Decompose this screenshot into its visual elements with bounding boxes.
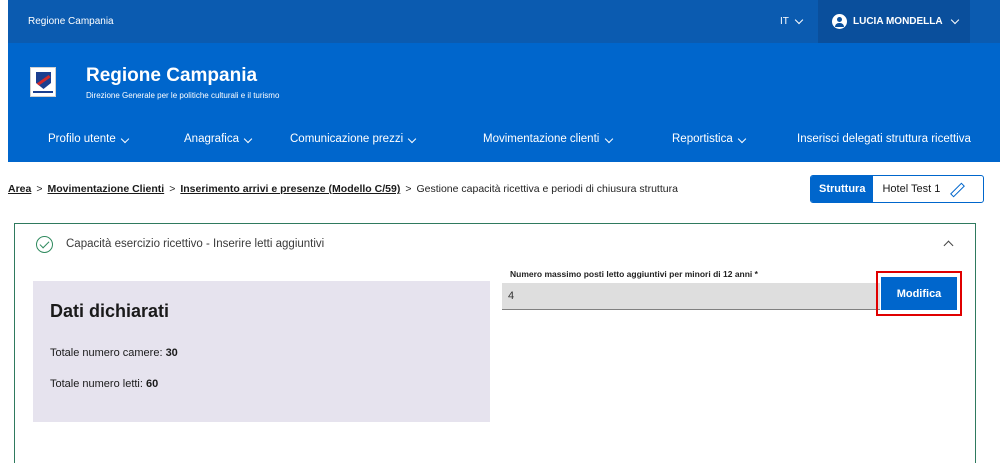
shield-icon (36, 72, 51, 89)
top-brand-link[interactable]: Regione Campania (28, 16, 114, 27)
site-subtitle: Direzione Generale per le politiche cult… (86, 91, 280, 100)
struttura-value: Hotel Test 1 (882, 183, 941, 195)
chevron-down-icon (737, 134, 747, 144)
pencil-icon[interactable] (950, 183, 962, 195)
breadcrumb-separator: > (36, 183, 43, 195)
nav-item-label: Comunicazione prezzi (290, 133, 404, 145)
nav-item-movimentazione-clienti[interactable]: Movimentazione clienti (483, 133, 613, 145)
posti-letto-label: Numero massimo posti letto aggiuntivi pe… (510, 269, 758, 279)
struttura-value-box: Hotel Test 1 (873, 176, 983, 202)
breadcrumb-link-area[interactable]: Area (8, 183, 31, 195)
nav-item-label: Inserisci delegati struttura ricettiva (797, 133, 971, 145)
breadcrumb-current: Gestione capacità ricettiva e periodi di… (416, 183, 678, 195)
breadcrumb: Area > Movimentazione Clienti > Inserimento … (8, 183, 678, 195)
user-menu[interactable]: LUCIA MONDELLA (818, 0, 970, 43)
site-title[interactable]: Regione Campania (86, 65, 257, 87)
user-name: LUCIA MONDELLA (853, 16, 943, 27)
nav-item-label: Anagrafica (184, 133, 239, 145)
nav-item-label: Reportistica (672, 133, 733, 145)
breadcrumb-separator: > (169, 183, 176, 195)
language-selector[interactable]: IT (780, 15, 804, 27)
nav-item-profilo-utente[interactable]: Profilo utente (48, 133, 130, 145)
chevron-down-icon (794, 15, 804, 25)
language-label: IT (780, 16, 789, 27)
dati-dichiarati-panel: Dati dichiarati Totale numero camere: 30… (33, 281, 490, 422)
struttura-selector: Struttura Hotel Test 1 (810, 175, 984, 203)
breadcrumb-link-movimentazione-clienti[interactable]: Movimentazione Clienti (48, 183, 165, 195)
breadcrumb-link-inserimento-arrivi[interactable]: Inserimento arrivi e presenze (Modello C… (180, 183, 400, 195)
posti-letto-input[interactable] (502, 283, 880, 310)
user-avatar-icon (832, 14, 847, 29)
letti-value: 60 (146, 378, 159, 390)
logo-band (33, 91, 53, 93)
chevron-up-icon[interactable] (943, 240, 954, 251)
nav-item-comunicazione-prezzi[interactable]: Comunicazione prezzi (290, 133, 417, 145)
modifica-button[interactable]: Modifica (881, 277, 957, 310)
breadcrumb-separator: > (405, 183, 412, 195)
struttura-label: Struttura (811, 176, 874, 202)
chevron-down-icon (604, 134, 613, 144)
nav-item-inserisci-delegati[interactable]: Inserisci delegati struttura ricettiva (797, 133, 971, 145)
nav-item-label: Movimentazione clienti (483, 133, 600, 145)
dati-title: Dati dichiarati (50, 301, 170, 321)
top-bar: Regione Campania IT LUCIA MONDELLA (8, 0, 1000, 43)
nav-item-anagrafica[interactable]: Anagrafica (184, 133, 253, 145)
check-circle-icon (36, 236, 53, 253)
main-nav: Profilo utente Anagrafica Comunicazione … (8, 133, 1000, 155)
chevron-down-icon (950, 15, 959, 25)
chevron-down-icon (243, 134, 253, 144)
site-header: Regione Campania Direzione Generale per … (8, 43, 1000, 162)
nav-item-label: Profilo utente (48, 133, 116, 145)
card-title: Capacità esercizio ricettivo - Inserire … (66, 238, 325, 250)
camere-label: Totale numero camere: (50, 347, 163, 359)
camere-row: Totale numero camere: 30 (50, 347, 178, 359)
chevron-down-icon (408, 134, 417, 144)
nav-item-reportistica[interactable]: Reportistica (672, 133, 747, 145)
chevron-down-icon (120, 134, 130, 144)
letti-row: Totale numero letti: 60 (50, 378, 158, 390)
letti-label: Totale numero letti: (50, 378, 143, 390)
camere-value: 30 (165, 347, 178, 359)
region-logo[interactable] (30, 67, 56, 97)
